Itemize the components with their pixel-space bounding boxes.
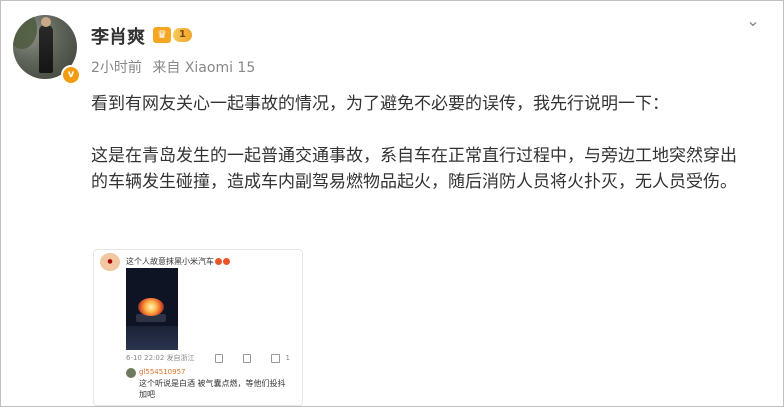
post-paragraph: 这是在青岛发生的一起普通交通事故，系自车在正常直行过程中，与旁边工地突然穿出的车… <box>91 146 737 192</box>
level-badge[interactable]: ♛ 1 <box>153 26 192 44</box>
verified-badge-icon: v <box>61 65 81 85</box>
level-value: 1 <box>179 29 186 40</box>
embed-title: 这个人故意抹黑小米汽车 <box>126 256 230 267</box>
post-paragraph: 看到有网友关心一起事故的情况，为了避免不必要的误传，我先行说明一下： <box>91 94 669 114</box>
comment-avatar <box>126 368 136 378</box>
embed-title-text: 这个人故意抹黑小米汽车 <box>126 257 214 266</box>
embed-avatar: ● <box>100 253 120 271</box>
weibo-post-card: v 李肖爽 ♛ 1 2小时前 来自 Xiaomi 15 ⌄ 看到有网友关心一起事… <box>0 0 784 407</box>
like-icon <box>271 353 280 363</box>
embed-like-count: 1 <box>285 354 291 362</box>
avatar-background <box>13 15 37 49</box>
video-fire <box>138 298 164 316</box>
chevron-down-icon[interactable]: ⌄ <box>743 11 763 31</box>
level-number: 1 <box>173 28 192 42</box>
emoji-icon <box>223 258 230 265</box>
crown-icon: ♛ <box>153 27 171 43</box>
post-meta: 2小时前 来自 Xiaomi 15 <box>91 57 255 77</box>
post-source: 来自 Xiaomi 15 <box>152 60 256 76</box>
embed-date-location: 6-10 22:02 发自浙江 <box>126 354 195 362</box>
post-content: 看到有网友关心一起事故的情况，为了避免不必要的误传，我先行说明一下： 这是在青岛… <box>91 91 751 195</box>
embedded-screenshot[interactable]: ● 这个人故意抹黑小米汽车 6-10 22:02 发自浙江 1 gl554510… <box>93 249 303 406</box>
embed-video-thumbnail[interactable] <box>126 268 178 350</box>
comment-username: gl554510957 <box>139 368 186 376</box>
comment-text: 这个听说是白酒 被气囊点燃，等他们投抖加吧 <box>139 379 286 399</box>
avatar-figure <box>39 17 53 73</box>
post-time[interactable]: 2小时前 <box>91 60 142 76</box>
emoji-icon <box>215 258 222 265</box>
share-icon <box>214 353 223 363</box>
username[interactable]: 李肖爽 <box>91 23 145 49</box>
comment-icon <box>242 353 252 363</box>
embed-stats: 6-10 22:02 发自浙江 1 <box>126 352 296 364</box>
video-road <box>126 326 178 350</box>
